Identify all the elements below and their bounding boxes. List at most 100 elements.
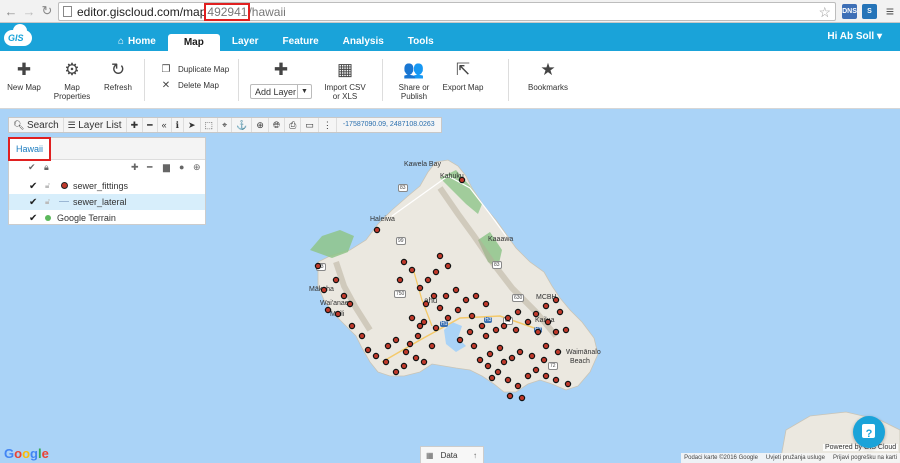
sewer-fitting-point[interactable] — [488, 374, 496, 382]
sewer-fitting-point[interactable] — [552, 296, 560, 304]
sewer-fitting-point[interactable] — [442, 292, 450, 300]
sewer-fitting-point[interactable] — [494, 368, 502, 376]
sewer-fitting-point[interactable] — [544, 318, 552, 326]
sewer-fitting-point[interactable] — [482, 332, 490, 340]
bookmarks-button[interactable]: ★ Bookmarks — [526, 51, 570, 92]
layer-list-button[interactable]: ☰ Layer List — [64, 118, 127, 132]
browser-menu-icon[interactable]: ≡ — [886, 3, 894, 19]
sewer-fitting-point[interactable] — [430, 292, 438, 300]
new-map-button[interactable]: ✚ New Map — [6, 51, 42, 92]
sewer-fitting-point[interactable] — [516, 348, 524, 356]
sewer-fitting-point[interactable] — [422, 300, 430, 308]
tab-map[interactable]: Map — [167, 34, 220, 51]
sewer-fitting-point[interactable] — [540, 356, 548, 364]
tab-home[interactable]: ⌂ Home — [106, 34, 168, 49]
sewer-fitting-point[interactable] — [408, 314, 416, 322]
sewer-fitting-point[interactable] — [470, 342, 478, 350]
sewer-fitting-point[interactable] — [534, 328, 542, 336]
sewer-fitting-point[interactable] — [416, 284, 424, 292]
tab-feature[interactable]: Feature — [271, 34, 331, 49]
terms-link[interactable]: Uvjeti pružanja usluge — [766, 455, 825, 461]
folder-icon[interactable]: ▆ — [163, 162, 170, 173]
sewer-fitting-point[interactable] — [500, 358, 508, 366]
crosshair-icon[interactable]: ⌖ — [218, 118, 233, 132]
sewer-fitting-point[interactable] — [412, 354, 420, 362]
sewer-fitting-point[interactable] — [406, 340, 414, 348]
tab-layer[interactable]: Layer — [220, 34, 271, 49]
sewer-fitting-point[interactable] — [396, 276, 404, 284]
duplicate-map-button[interactable]: ❐ Duplicate Map — [160, 64, 230, 75]
unlock-icon[interactable]: 🔓︎ — [45, 181, 50, 191]
remove-icon[interactable]: ━ — [147, 162, 152, 173]
extension-s-icon[interactable]: S — [862, 4, 877, 19]
delete-map-button[interactable]: ✕ Delete Map — [160, 80, 219, 91]
search-button[interactable]: 🔍︎ Search — [9, 118, 64, 132]
sewer-fitting-point[interactable] — [532, 310, 540, 318]
sewer-fitting-point[interactable] — [400, 362, 408, 370]
sewer-fitting-point[interactable] — [402, 348, 410, 356]
sewer-fitting-point[interactable] — [444, 262, 452, 270]
sewer-fitting-point[interactable] — [452, 286, 460, 294]
sewer-fitting-point[interactable] — [373, 226, 381, 234]
sewer-fitting-point[interactable] — [324, 306, 332, 314]
zoom-in-icon[interactable]: ✚ — [127, 118, 144, 132]
zoom-out-icon[interactable]: ━ — [143, 118, 158, 132]
sewer-fitting-point[interactable] — [444, 314, 452, 322]
zoom-extent-icon[interactable]: ⊕ — [252, 118, 269, 132]
sewer-fitting-point[interactable] — [552, 328, 560, 336]
import-csv-button[interactable]: ▦ Import CSV or XLS — [320, 51, 370, 101]
sewer-fitting-point[interactable] — [492, 326, 500, 334]
sewer-fitting-point[interactable] — [384, 342, 392, 350]
print-icon[interactable]: ⎙ — [285, 118, 302, 132]
add-icon[interactable]: ✚ — [131, 162, 139, 173]
zoom-layer-icon[interactable]: ⊕ — [193, 162, 201, 173]
sewer-fitting-point[interactable] — [456, 336, 464, 344]
measure-icon[interactable]: ▭ — [301, 118, 319, 132]
sewer-fitting-point[interactable] — [506, 392, 514, 400]
sewer-fitting-point[interactable] — [476, 356, 484, 364]
sewer-fitting-point[interactable] — [420, 358, 428, 366]
visibility-check-icon[interactable]: ✔ — [29, 197, 37, 208]
sewer-fitting-point[interactable] — [382, 358, 390, 366]
refresh-button[interactable]: ↻ Refresh — [102, 51, 134, 92]
layer-row-sewer-fittings[interactable]: ✔ 🔓︎ sewer_fittings — [9, 178, 205, 194]
sewer-fitting-point[interactable] — [408, 266, 416, 274]
sewer-fitting-point[interactable] — [400, 258, 408, 266]
sewer-fitting-point[interactable] — [320, 286, 328, 294]
info-icon[interactable]: ℹ — [172, 118, 184, 132]
sewer-fitting-point[interactable] — [428, 342, 436, 350]
sewer-fitting-point[interactable] — [486, 350, 494, 358]
tab-tools[interactable]: Tools — [396, 34, 446, 49]
sewer-fitting-point[interactable] — [314, 262, 322, 270]
sewer-fitting-point[interactable] — [524, 318, 532, 326]
sewer-fitting-point[interactable] — [358, 332, 366, 340]
collapse-icon[interactable]: « — [158, 118, 172, 132]
help-chat-button[interactable]: ? — [853, 416, 885, 448]
select-box-icon[interactable]: ⬚ — [201, 118, 219, 132]
sewer-fitting-point[interactable] — [514, 382, 522, 390]
sewer-fitting-point[interactable] — [424, 276, 432, 284]
sewer-fitting-point[interactable] — [458, 176, 466, 184]
sewer-fitting-point[interactable] — [364, 346, 372, 354]
unlock-icon[interactable]: 🔓︎ — [45, 197, 50, 207]
sewer-fitting-point[interactable] — [454, 306, 462, 314]
sewer-fitting-point[interactable] — [414, 332, 422, 340]
address-bar[interactable]: editor.giscloud.com/map492941/hawaii ☆ — [58, 2, 836, 21]
sewer-fitting-point[interactable] — [504, 376, 512, 384]
sewer-fitting-point[interactable] — [542, 342, 550, 350]
sewer-fitting-point[interactable] — [432, 268, 440, 276]
export-map-button[interactable]: ⇱ Export Map — [440, 51, 486, 92]
sewer-fitting-point[interactable] — [462, 296, 470, 304]
sewer-fitting-point[interactable] — [472, 292, 480, 300]
anchor-icon[interactable]: ⚓ — [232, 118, 253, 132]
sewer-fitting-point[interactable] — [466, 328, 474, 336]
sewer-fitting-point[interactable] — [478, 322, 486, 330]
add-layer-dropdown[interactable]: Add Layer ▼ — [250, 84, 312, 99]
sewer-fitting-point[interactable] — [528, 352, 536, 360]
sewer-fitting-point[interactable] — [508, 354, 516, 362]
sewer-fitting-point[interactable] — [348, 322, 356, 330]
sewer-fitting-point[interactable] — [552, 376, 560, 384]
pointer-icon[interactable]: ➤ — [184, 118, 201, 132]
tab-analysis[interactable]: Analysis — [331, 34, 396, 49]
sewer-fitting-point[interactable] — [524, 372, 532, 380]
